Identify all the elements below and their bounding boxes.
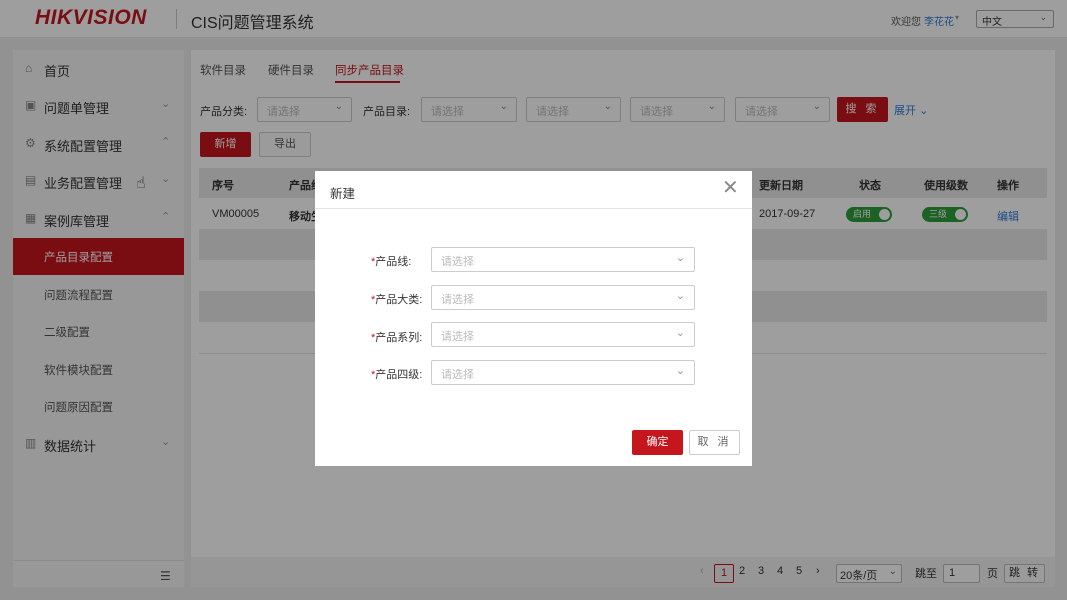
chevron-down-icon: ⌄ [675,365,685,377]
product-level4-label: *产品四级: [371,366,422,382]
product-series-select[interactable]: 请选择 ⌄ [431,322,695,347]
chevron-down-icon: ⌄ [675,252,685,264]
select-placeholder: 请选择 [441,294,474,306]
modal-divider [315,208,752,209]
select-placeholder: 请选择 [441,369,474,381]
field-label: 产品系列: [375,332,423,344]
product-major-category-label: *产品大类: [371,291,422,307]
chevron-down-icon: ⌄ [675,290,685,302]
confirm-button[interactable]: 确定 [632,430,683,455]
select-placeholder: 请选择 [441,331,474,343]
field-label: 产品四级: [375,369,423,381]
close-icon[interactable]: ✕ [722,178,739,198]
product-level4-select[interactable]: 请选择 ⌄ [431,360,695,385]
field-label: 产品大类: [375,294,423,306]
hand-cursor-icon: ☝ [136,175,146,192]
product-series-label: *产品系列: [371,329,422,345]
product-line-select[interactable]: 请选择 ⌄ [431,247,695,272]
product-line-label: *产品线: [371,253,411,269]
cancel-button[interactable]: 取 消 [689,430,740,455]
modal-title: 新建 [330,187,356,201]
create-modal: 新建 ✕ *产品线: 请选择 ⌄ *产品大类: 请选择 ⌄ *产品系列: 请选择 ⌄ … [315,171,752,466]
chevron-down-icon: ⌄ [675,327,685,339]
select-placeholder: 请选择 [441,256,474,268]
product-major-category-select[interactable]: 请选择 ⌄ [431,285,695,310]
field-label: 产品线: [375,256,412,268]
